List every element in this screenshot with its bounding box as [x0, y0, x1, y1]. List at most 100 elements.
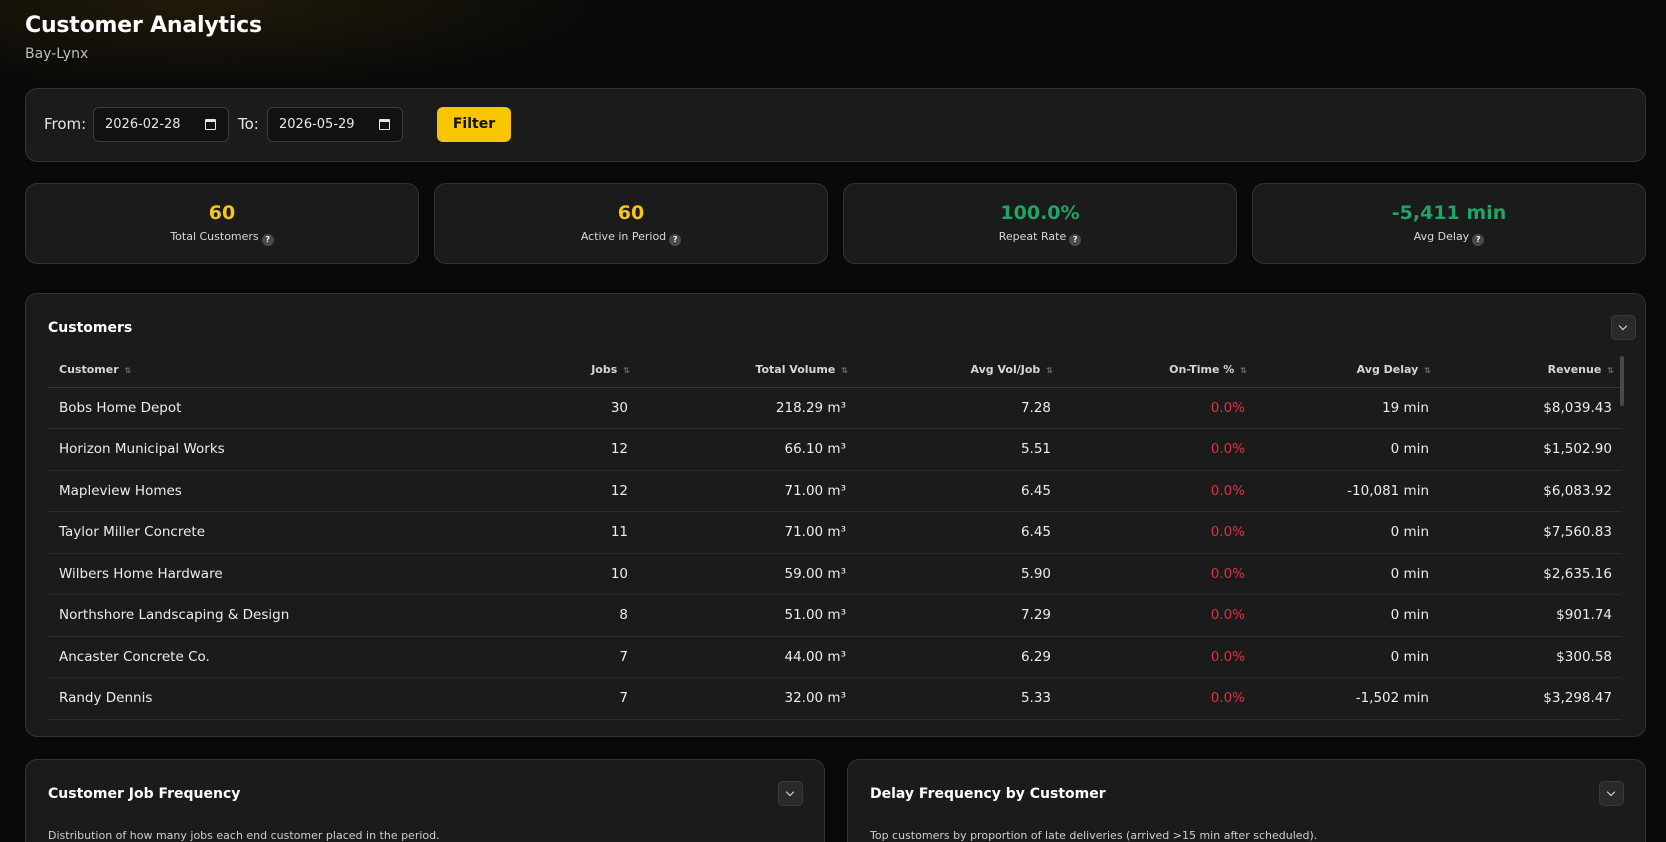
cell-on-time: 0.0%: [1061, 387, 1255, 429]
cell-revenue: $1,502.90: [1439, 428, 1622, 471]
cell-avg-vol-job: 5.51: [856, 428, 1061, 471]
cell-customer: Northshore Landscaping & Design: [48, 594, 498, 637]
stat-label-wrap: Avg Delay?: [1253, 230, 1645, 246]
cell-on-time: 0.0%: [1061, 677, 1255, 720]
chevron-down-icon: [1606, 787, 1616, 797]
help-icon[interactable]: ?: [1069, 234, 1082, 246]
delay-frequency-panel: Delay Frequency by Customer Top customer…: [847, 759, 1646, 842]
cell-jobs: 12: [498, 428, 638, 471]
sort-icon: ⇅: [124, 366, 132, 376]
from-date-value: 2026-02-28: [105, 117, 181, 132]
cell-customer: Bobs Home Depot: [48, 387, 498, 429]
column-header-label: Avg Vol/Job: [970, 363, 1041, 377]
to-date-input[interactable]: 2026-05-29: [267, 107, 403, 142]
cell-total-volume: 218.29 m³: [638, 387, 856, 429]
chevron-down-icon: [1618, 321, 1628, 331]
cell-customer: Mapleview Homes: [48, 470, 498, 512]
stat-value: -5,411 min: [1391, 202, 1507, 224]
sort-icon: ⇅: [1240, 366, 1247, 376]
stat-label: Total Customers: [170, 230, 259, 243]
table-row[interactable]: Northshore Landscaping & Design 8 51.00 …: [48, 594, 1622, 637]
delay-frequency-title: Delay Frequency by Customer: [870, 786, 1106, 802]
sort-icon: ⇅: [1046, 366, 1053, 376]
from-date-input[interactable]: 2026-02-28: [93, 107, 229, 142]
table-scrollbar[interactable]: [1620, 356, 1624, 406]
column-header-customer[interactable]: Customer ⇅: [48, 353, 498, 388]
cell-revenue: $6,083.92: [1439, 470, 1622, 512]
stat-card-avg-delay: -5,411 min Avg Delay?: [1252, 183, 1646, 264]
collapse-delay-frequency-button[interactable]: [1599, 781, 1624, 806]
cell-avg-delay: 0 min: [1255, 553, 1439, 595]
cell-avg-delay: -1,502 min: [1255, 677, 1439, 720]
cell-avg-delay: 0 min: [1255, 636, 1439, 678]
table-row[interactable]: Wilbers Home Hardware 10 59.00 m³ 5.90 0…: [48, 553, 1622, 595]
cell-avg-vol-job: 5.33: [856, 677, 1061, 720]
sort-icon: ⇅: [1424, 366, 1431, 376]
table-row[interactable]: Horizon Municipal Works 12 66.10 m³ 5.51…: [48, 428, 1622, 471]
cell-avg-delay: 0 min: [1255, 428, 1439, 471]
table-row[interactable]: Randy Dennis 7 32.00 m³ 5.33 0.0% -1,502…: [48, 677, 1622, 720]
help-icon[interactable]: ?: [1472, 234, 1485, 246]
stat-label: Repeat Rate: [998, 230, 1067, 243]
cell-on-time: 0.0%: [1061, 511, 1255, 554]
column-header-label: Total Volume: [755, 363, 836, 377]
column-header-revenue[interactable]: Revenue ⇅: [1439, 353, 1622, 388]
stat-label-wrap: Total Customers?: [26, 230, 418, 246]
sort-icon: ⇅: [841, 366, 848, 376]
calendar-icon[interactable]: [379, 119, 390, 130]
help-icon[interactable]: ?: [669, 234, 682, 246]
page-subtitle: Bay-Lynx: [25, 46, 89, 62]
column-header-on-time[interactable]: On-Time % ⇅: [1061, 353, 1255, 388]
calendar-icon[interactable]: [205, 119, 216, 130]
cell-on-time: 0.0%: [1061, 636, 1255, 678]
table-row[interactable]: Taylor Miller Concrete 11 71.00 m³ 6.45 …: [48, 511, 1622, 554]
cell-jobs: 30: [498, 387, 638, 429]
cell-avg-vol-job: 7.29: [856, 594, 1061, 637]
stat-card-active-in-period: 60 Active in Period?: [434, 183, 828, 264]
stat-card-total-customers: 60 Total Customers?: [25, 183, 419, 264]
delay-frequency-description: Top customers by proportion of late deli…: [870, 829, 1318, 842]
to-label: To:: [238, 115, 259, 133]
cell-revenue: $3,298.47: [1439, 677, 1622, 720]
cell-revenue: $901.74: [1439, 594, 1622, 637]
job-frequency-title: Customer Job Frequency: [48, 786, 241, 802]
filter-button[interactable]: Filter: [437, 107, 511, 142]
cell-jobs: 7: [498, 677, 638, 720]
cell-jobs: 7: [498, 636, 638, 678]
column-header-total-volume[interactable]: Total Volume ⇅: [638, 353, 856, 388]
date-filter-bar: From: 2026-02-28 To: 2026-05-29 Filter: [25, 88, 1646, 162]
column-header-jobs[interactable]: Jobs ⇅: [498, 353, 638, 388]
cell-jobs: 10: [498, 553, 638, 595]
cell-avg-delay: 19 min: [1255, 387, 1439, 429]
stat-card-repeat-rate: 100.0% Repeat Rate?: [843, 183, 1237, 264]
collapse-job-frequency-button[interactable]: [778, 781, 803, 806]
cell-on-time: 0.0%: [1061, 594, 1255, 637]
sort-icon: ⇅: [623, 366, 630, 376]
column-header-avg-delay[interactable]: Avg Delay ⇅: [1255, 353, 1439, 388]
cell-total-volume: 32.00 m³: [638, 677, 856, 720]
cell-total-volume: 44.00 m³: [638, 636, 856, 678]
stat-label-wrap: Active in Period?: [435, 230, 827, 246]
cell-avg-vol-job: 7.28: [856, 387, 1061, 429]
table-row[interactable]: Mapleview Homes 12 71.00 m³ 6.45 0.0% -1…: [48, 470, 1622, 512]
cell-on-time: 0.0%: [1061, 470, 1255, 512]
cell-revenue: $8,039.43: [1439, 387, 1622, 429]
collapse-customers-button[interactable]: [1611, 315, 1636, 340]
help-icon[interactable]: ?: [261, 234, 274, 246]
job-frequency-panel: Customer Job Frequency Distribution of h…: [25, 759, 825, 842]
column-header-avg-vol-job[interactable]: Avg Vol/Job ⇅: [856, 353, 1061, 388]
cell-total-volume: 66.10 m³: [638, 428, 856, 471]
cell-avg-vol-job: 6.45: [856, 511, 1061, 554]
table-row[interactable]: Bobs Home Depot 30 218.29 m³ 7.28 0.0% 1…: [48, 387, 1622, 429]
cell-total-volume: 71.00 m³: [638, 511, 856, 554]
stat-label-wrap: Repeat Rate?: [844, 230, 1236, 246]
cell-total-volume: 51.00 m³: [638, 594, 856, 637]
cell-avg-delay: -10,081 min: [1255, 470, 1439, 512]
cell-customer: Randy Dennis: [48, 677, 498, 720]
cell-customer: Wilbers Home Hardware: [48, 553, 498, 595]
cell-revenue: $7,560.83: [1439, 511, 1622, 554]
table-row[interactable]: Ancaster Concrete Co. 7 44.00 m³ 6.29 0.…: [48, 636, 1622, 678]
stat-value: 60: [617, 202, 645, 224]
stat-label: Active in Period: [580, 230, 667, 243]
cell-avg-vol-job: 6.45: [856, 470, 1061, 512]
